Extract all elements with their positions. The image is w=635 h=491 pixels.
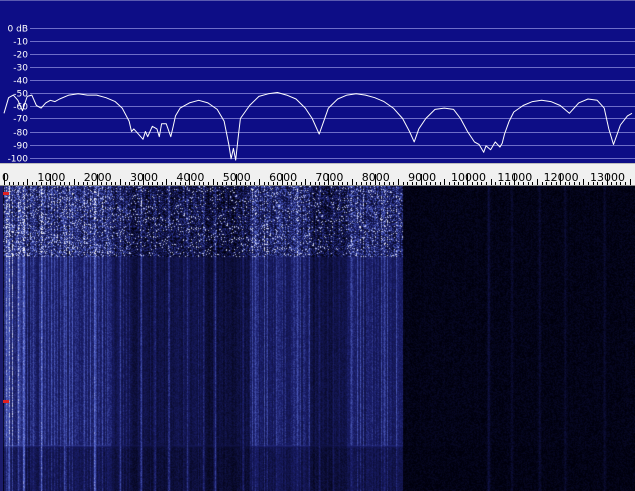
db-tick-label: -30 [13, 64, 28, 74]
freq-tick-label: 12000 [544, 171, 579, 184]
frequency-ruler[interactable]: 0 1000 2000 3000 4000 5000 6000 7000 8000 9000 100… [0, 163, 635, 186]
waterfall-canvas [0, 186, 635, 491]
frequency-axis: 0 1000 2000 3000 4000 5000 6000 7000 8000 9000 100… [2, 171, 631, 185]
freq-tick-label: 5000 [223, 171, 251, 184]
waterfall-marker [3, 400, 9, 403]
waterfall-spectrogram[interactable] [0, 186, 635, 491]
waterfall-marker [3, 192, 9, 195]
spectrum-plot[interactable]: 0 dB -10 -20 -30 -40 -50 -60 -70 -80 -90 -100 [0, 0, 635, 164]
db-tick-label: 0 dB [8, 25, 28, 35]
db-tick-label: -70 [13, 115, 28, 125]
freq-tick-label: 11000 [497, 171, 532, 184]
freq-tick-label: 9000 [408, 171, 436, 184]
freq-tick-label: 4000 [176, 171, 204, 184]
freq-tick-label: 1000 [37, 171, 65, 184]
db-tick-label: -40 [13, 77, 28, 87]
freq-tick-label: 6000 [269, 171, 297, 184]
freq-tick-label: 0 [2, 171, 9, 184]
spectrum-analyzer-window: 0 dB -10 -20 -30 -40 -50 -60 -70 -80 -90 -100 0 100… [0, 0, 635, 491]
freq-tick-label: 7000 [315, 171, 343, 184]
db-tick-label: -20 [13, 51, 28, 61]
spectrum-chart: 0 dB-10-20-30-40-50-60-70-80-90-100 [3, 25, 635, 164]
freq-tick-label: 10000 [451, 171, 486, 184]
freq-tick-label: 8000 [362, 171, 390, 184]
freq-tick-label: 2000 [84, 171, 112, 184]
db-tick-label: -90 [13, 142, 28, 152]
waterfall-left-gutter [0, 186, 3, 491]
spectrum-trace [3, 92, 633, 161]
db-tick-label: -10 [13, 38, 28, 48]
freq-tick-label: 13000 [590, 171, 625, 184]
db-tick-label: -80 [13, 129, 28, 139]
freq-tick-label: 3000 [130, 171, 158, 184]
